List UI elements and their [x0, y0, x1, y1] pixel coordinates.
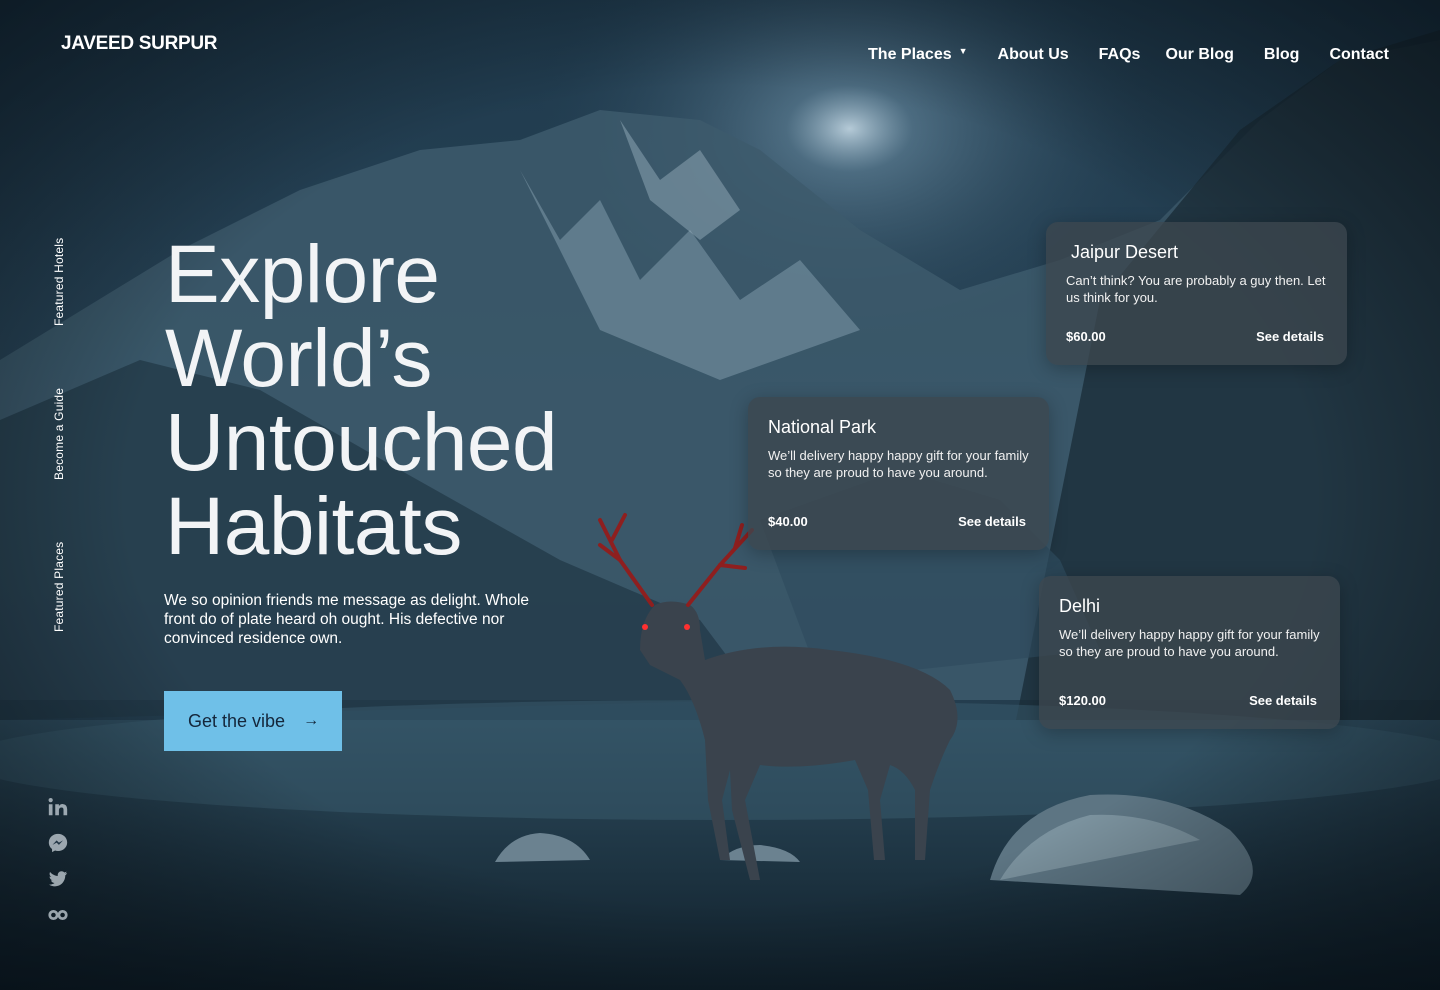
dropdown-caret-icon: ▼ — [958, 46, 968, 56]
card-footer: $120.00 See details — [1059, 693, 1317, 708]
nav-blog[interactable]: Blog — [1264, 46, 1300, 64]
card-price: $120.00 — [1059, 693, 1106, 708]
messenger-icon[interactable] — [47, 832, 69, 854]
hero-title-line: Explore — [165, 229, 440, 320]
card-price: $40.00 — [768, 514, 808, 529]
card-title: Jaipur Desert — [1071, 242, 1179, 262]
nav-the-places[interactable]: The Places ▼ — [868, 46, 968, 64]
place-card-jaipur-desert[interactable]: Jaipur Desert Can’t think? You are proba… — [1046, 222, 1347, 365]
main-nav: The Places ▼ About Us FAQs Our Blog Blog… — [868, 46, 1389, 64]
place-card-national-park[interactable]: National Park We’ll delivery happy happy… — [748, 397, 1049, 550]
card-title: National Park — [768, 417, 877, 437]
see-details-link[interactable]: See details — [1256, 329, 1324, 344]
card-description: Can’t think? You are probably a guy then… — [1066, 273, 1326, 305]
twitter-icon[interactable] — [47, 868, 69, 890]
card-footer: $60.00 See details — [1066, 329, 1324, 344]
arrow-right-icon: → — [303, 712, 320, 729]
card-description: We’ll delivery happy happy gift for your… — [768, 448, 1029, 480]
linkedin-icon[interactable] — [47, 796, 69, 818]
hero-title-line: Habitats — [165, 481, 462, 572]
hero-title-line: World’s — [165, 313, 432, 404]
social-links — [47, 796, 69, 940]
nav-contact[interactable]: Contact — [1329, 46, 1389, 64]
side-link-featured-places[interactable]: Featured Places — [52, 536, 66, 632]
brand-logo[interactable]: JAVEED SURPUR — [61, 33, 218, 55]
place-card-delhi[interactable]: Delhi We’ll delivery happy happy gift fo… — [1039, 576, 1340, 729]
card-price: $60.00 — [1066, 329, 1106, 344]
nav-faqs[interactable]: FAQs — [1099, 46, 1141, 64]
cta-label: Get the vibe — [188, 710, 286, 731]
side-link-become-a-guide[interactable]: Become a Guide — [52, 380, 66, 480]
see-details-link[interactable]: See details — [958, 514, 1026, 529]
see-details-link[interactable]: See details — [1249, 693, 1317, 708]
hero-title-line: Untouched — [165, 397, 558, 488]
nav-about-us[interactable]: About Us — [998, 46, 1069, 64]
side-link-featured-hotels[interactable]: Featured Hotels — [52, 226, 66, 326]
hero-title: Explore World’s Untouched Habitats — [165, 229, 558, 572]
nav-our-blog[interactable]: Our Blog — [1165, 46, 1233, 64]
get-the-vibe-button[interactable]: Get the vibe → — [164, 691, 342, 751]
card-description: We’ll delivery happy happy gift for your… — [1059, 627, 1320, 659]
flickr-icon[interactable] — [47, 904, 69, 926]
hero-description: We so opinion friends me message as deli… — [164, 592, 530, 647]
card-footer: $40.00 See details — [768, 514, 1026, 529]
card-title: Delhi — [1059, 596, 1101, 616]
nav-label: The Places — [868, 46, 952, 63]
